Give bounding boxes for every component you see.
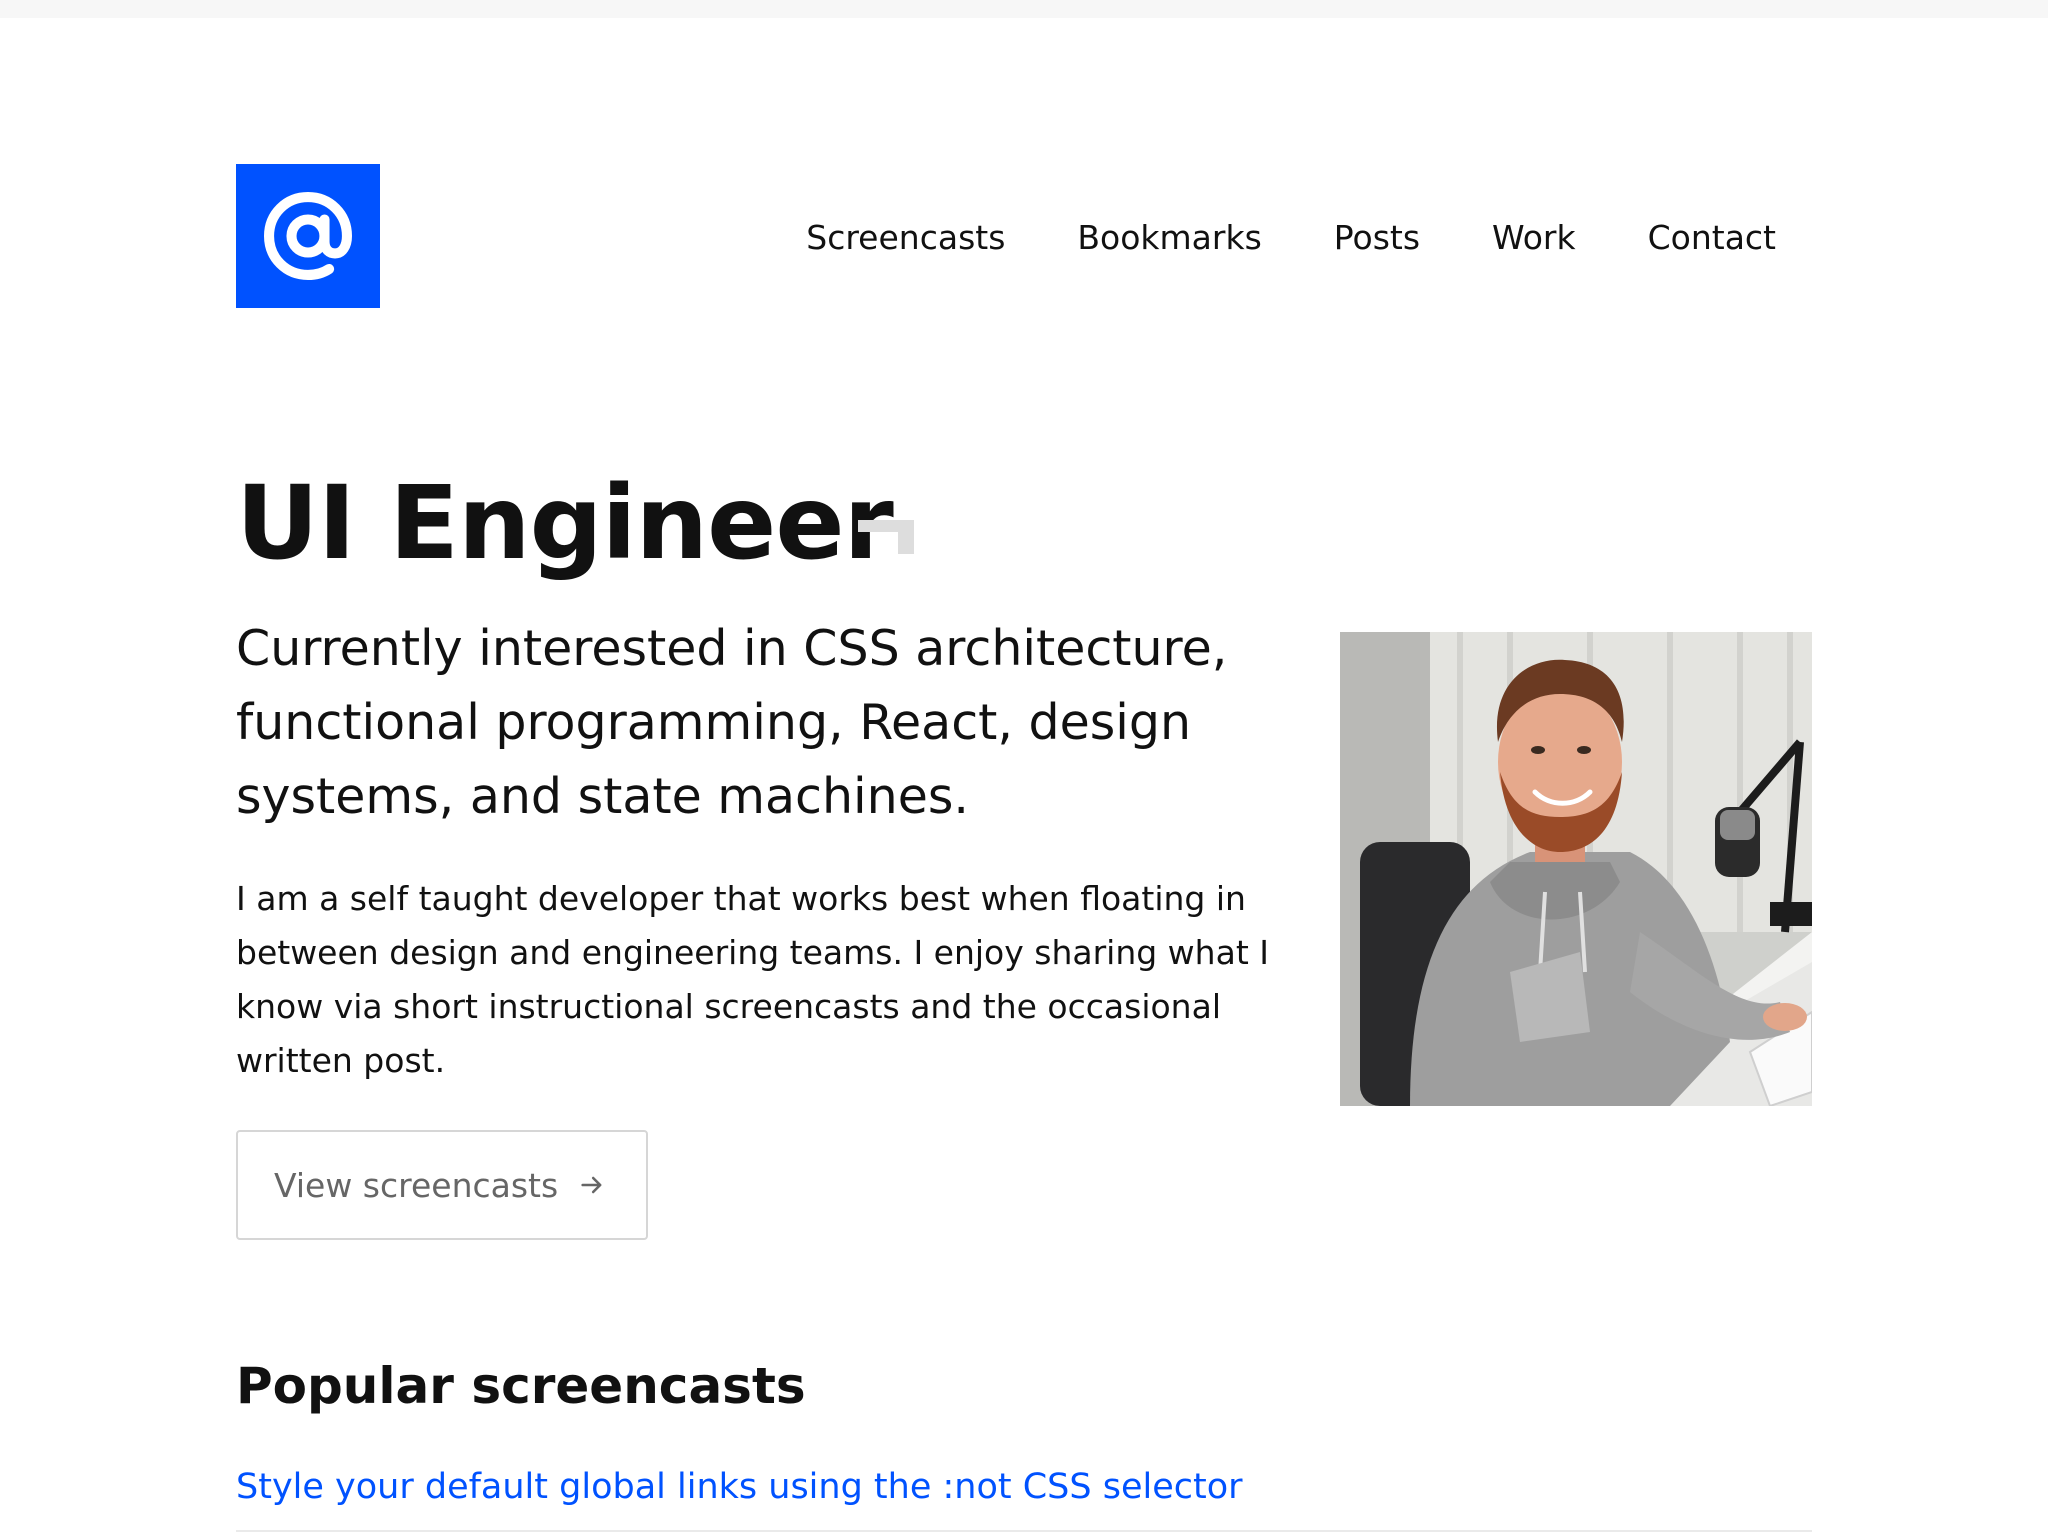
nav-item-screencasts[interactable]: Screencasts (806, 216, 1005, 260)
popular-screencasts-heading: Popular screencasts (236, 1357, 806, 1415)
hero-subtitle: Currently interested in CSS architecture… (236, 620, 1228, 825)
list-divider (236, 1530, 1812, 1532)
nav-item-posts[interactable]: Posts (1334, 216, 1420, 260)
arrow-right-icon (578, 1171, 606, 1199)
text-cursor-icon (858, 520, 914, 554)
nav-item-contact[interactable]: Contact (1648, 216, 1776, 260)
site-logo[interactable] (236, 164, 380, 308)
view-screencasts-button[interactable]: View screencasts (236, 1130, 648, 1240)
view-screencasts-label: View screencasts (274, 1165, 559, 1205)
browser-top-strip (0, 0, 2048, 18)
hero-bio: I am a self taught developer that works … (236, 879, 1269, 1080)
screencast-link[interactable]: Style your default global links using th… (236, 1462, 1243, 1512)
page-title: UI Engineer (236, 464, 894, 583)
at-sign-icon (263, 191, 353, 281)
profile-photo (1340, 632, 1812, 1106)
nav-item-work[interactable]: Work (1492, 216, 1576, 260)
nav-item-bookmarks[interactable]: Bookmarks (1077, 216, 1261, 260)
main-nav: Screencasts Bookmarks Posts Work Contact (806, 216, 1776, 260)
